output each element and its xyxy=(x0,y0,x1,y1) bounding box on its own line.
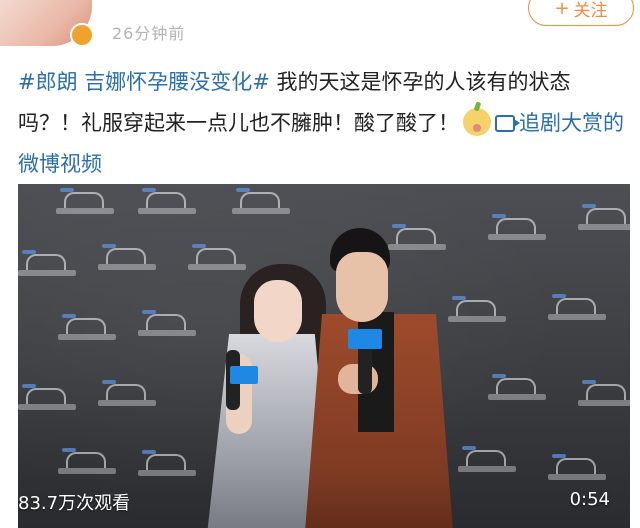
post-time: 26分钟前 xyxy=(112,24,186,43)
post-text: #郎朗 吉娜怀孕腰没变化# 我的天这是怀孕的人该有的状态吗？！礼服穿起来一点儿也… xyxy=(18,62,628,185)
man-face xyxy=(336,252,388,322)
video-icon xyxy=(495,115,520,132)
follow-button[interactable]: + 关注 xyxy=(528,0,634,26)
verified-badge-icon xyxy=(70,23,94,47)
plus-icon: + xyxy=(554,0,570,19)
lemon-emoji-icon xyxy=(463,108,491,136)
view-count: 83.7万次观看 xyxy=(18,493,131,514)
mic-flag xyxy=(230,366,258,384)
microphone-icon-2 xyxy=(358,344,372,394)
follow-label: 关注 xyxy=(573,0,608,21)
video-player[interactable] xyxy=(18,184,630,528)
topic-link[interactable]: #郎朗 吉娜怀孕腰没变化# xyxy=(18,70,270,94)
video-duration: 0:54 xyxy=(569,489,610,510)
post-header: 26分钟前 + 关注 xyxy=(0,0,640,58)
woman-face xyxy=(254,280,302,342)
mic-flag-2 xyxy=(348,329,382,349)
